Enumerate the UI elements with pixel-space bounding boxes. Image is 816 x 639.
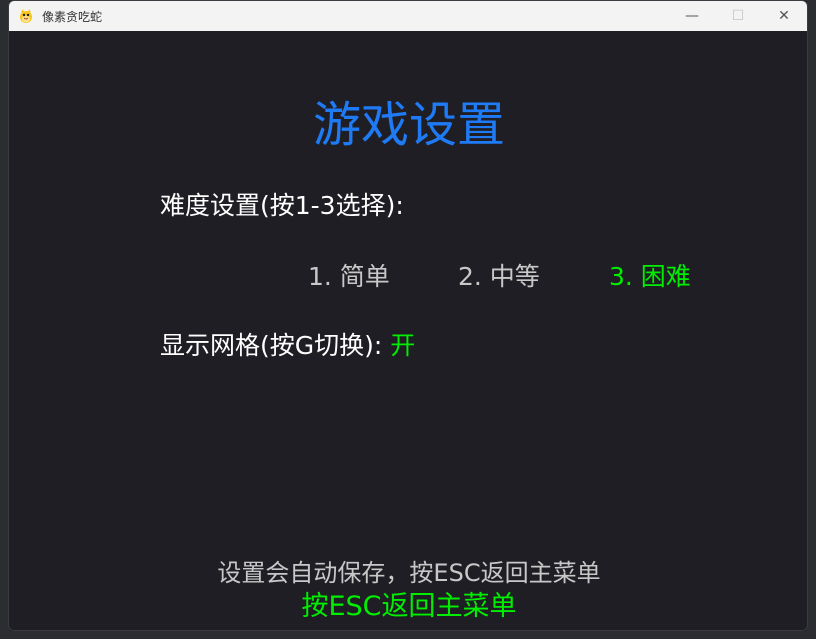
minimize-button[interactable]: — — [669, 1, 715, 31]
difficulty-label: 难度设置(按1-3选择): — [160, 191, 404, 220]
settings-heading: 游戏设置 — [312, 97, 505, 153]
window-title: 像素贪吃蛇 — [42, 9, 103, 24]
window-controls: — ☐ ✕ — [669, 1, 807, 31]
snake-app-icon — [18, 8, 34, 24]
game-window: 像素贪吃蛇 — ☐ ✕ 游戏设置 难度设置(按1-3选择): 1. 简单 2. … — [8, 0, 808, 631]
grid-toggle-row[interactable]: 显示网格(按G切换): 开 — [160, 326, 415, 362]
difficulty-option-easy[interactable]: 1. 简单 — [308, 257, 390, 293]
grid-label: 显示网格(按G切换): — [160, 331, 383, 360]
difficulty-option-medium[interactable]: 2. 中等 — [458, 257, 540, 293]
difficulty-option-hard[interactable]: 3. 困难 — [609, 257, 691, 293]
close-button[interactable]: ✕ — [761, 1, 807, 31]
background-ide-bottom — [0, 631, 816, 639]
settings-screen: 游戏设置 难度设置(按1-3选择): 1. 简单 2. 中等 3. 困难 显示网… — [9, 31, 807, 630]
esc-hint: 按ESC返回主菜单 — [301, 591, 517, 622]
maximize-button[interactable]: ☐ — [715, 1, 761, 31]
title-bar[interactable]: 像素贪吃蛇 — ☐ ✕ — [9, 1, 807, 31]
grid-value: 开 — [390, 331, 416, 360]
autosave-note: 设置会自动保存，按ESC返回主菜单 — [217, 559, 601, 587]
